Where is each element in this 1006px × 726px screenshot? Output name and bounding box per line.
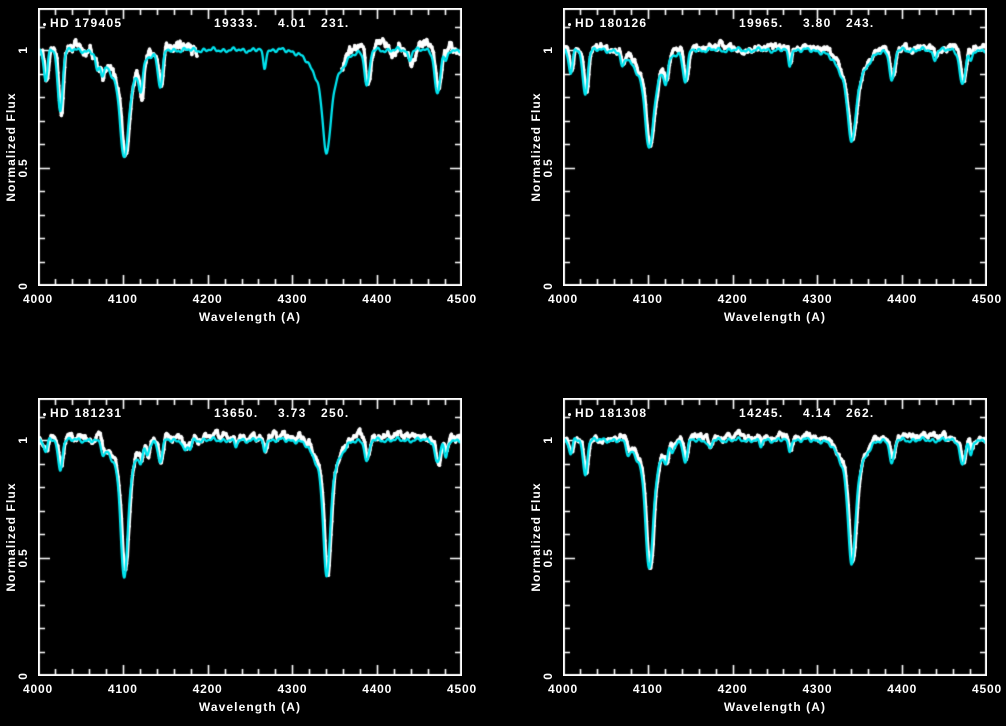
star-name-label: HD 179405 [50,16,122,30]
y-tick-label: 0.5 [541,158,555,177]
x-tick-label: 4500 [447,682,477,696]
x-tick-label: 4300 [277,292,307,306]
star-name-label: HD 181308 [575,406,647,420]
observed-data-symbol-dot [43,413,46,416]
vsini-value: 262. [846,406,875,420]
x-tick-label: 4000 [548,292,578,306]
x-tick-label: 4300 [802,292,832,306]
y-tick-label: 1 [541,436,555,443]
x-tick-label: 4300 [277,682,307,696]
x-tick-label: 4000 [548,682,578,696]
spectrum-canvas [563,8,987,286]
x-tick-label: 4000 [23,292,53,306]
y-tick-label: 1 [16,436,30,443]
logg-value: 4.01 [278,16,307,30]
vsini-value: 231. [321,16,350,30]
logg-value: 4.14 [803,406,832,420]
x-tick-label: 4400 [887,682,917,696]
y-tick-label: 0 [541,672,555,679]
x-tick-label: 4200 [718,682,748,696]
y-axis-label: Normalized Flux [529,482,543,591]
vsini-value: 243. [846,16,875,30]
observed-data-symbol-dot [568,23,571,26]
x-tick-label: 4100 [633,682,663,696]
panel-hd-181231: HD 181231 13650. 3.73 250. Wavelength (A… [38,398,462,676]
x-tick-label: 4500 [447,292,477,306]
x-axis-label: Wavelength (A) [724,310,826,324]
x-tick-label: 4200 [193,682,223,696]
spectra-figure-page: { "page": { "background": "#000000", "wi… [0,0,1006,726]
observed-data-symbol-dot [43,23,46,26]
x-tick-label: 4000 [23,682,53,696]
teff-value: 13650. [214,406,259,420]
x-axis-label: Wavelength (A) [724,700,826,714]
x-axis-label: Wavelength (A) [199,310,301,324]
spectrum-canvas [38,398,462,676]
spectrum-canvas [38,8,462,286]
x-tick-label: 4100 [633,292,663,306]
x-axis-label: Wavelength (A) [199,700,301,714]
star-name-label: HD 181231 [50,406,122,420]
x-tick-label: 4100 [108,682,138,696]
x-tick-label: 4200 [193,292,223,306]
y-tick-label: 0 [16,282,30,289]
panel-hd-180126: HD 180126 19965. 3.80 243. Wavelength (A… [563,8,987,286]
x-tick-label: 4100 [108,292,138,306]
y-tick-label: 0 [541,282,555,289]
logg-value: 3.73 [278,406,307,420]
star-name-label: HD 180126 [575,16,647,30]
y-tick-label: 1 [16,46,30,53]
x-tick-label: 4500 [972,682,1002,696]
y-tick-label: 0.5 [16,158,30,177]
x-tick-label: 4300 [802,682,832,696]
y-tick-label: 0.5 [541,548,555,567]
x-tick-label: 4200 [718,292,748,306]
x-tick-label: 4500 [972,292,1002,306]
spectrum-canvas [563,398,987,676]
x-tick-label: 4400 [887,292,917,306]
y-axis-label: Normalized Flux [4,482,18,591]
y-tick-label: 1 [541,46,555,53]
logg-value: 3.80 [803,16,832,30]
teff-value: 19965. [739,16,784,30]
teff-value: 19333. [214,16,259,30]
y-axis-label: Normalized Flux [529,92,543,201]
vsini-value: 250. [321,406,350,420]
x-tick-label: 4400 [362,292,392,306]
y-axis-label: Normalized Flux [4,92,18,201]
panel-hd-181308: HD 181308 14245. 4.14 262. Wavelength (A… [563,398,987,676]
x-tick-label: 4400 [362,682,392,696]
y-tick-label: 0.5 [16,548,30,567]
y-tick-label: 0 [16,672,30,679]
observed-data-symbol-dot [568,413,571,416]
panel-hd-179405: HD 179405 19333. 4.01 231. Wavelength (A… [38,8,462,286]
teff-value: 14245. [739,406,784,420]
